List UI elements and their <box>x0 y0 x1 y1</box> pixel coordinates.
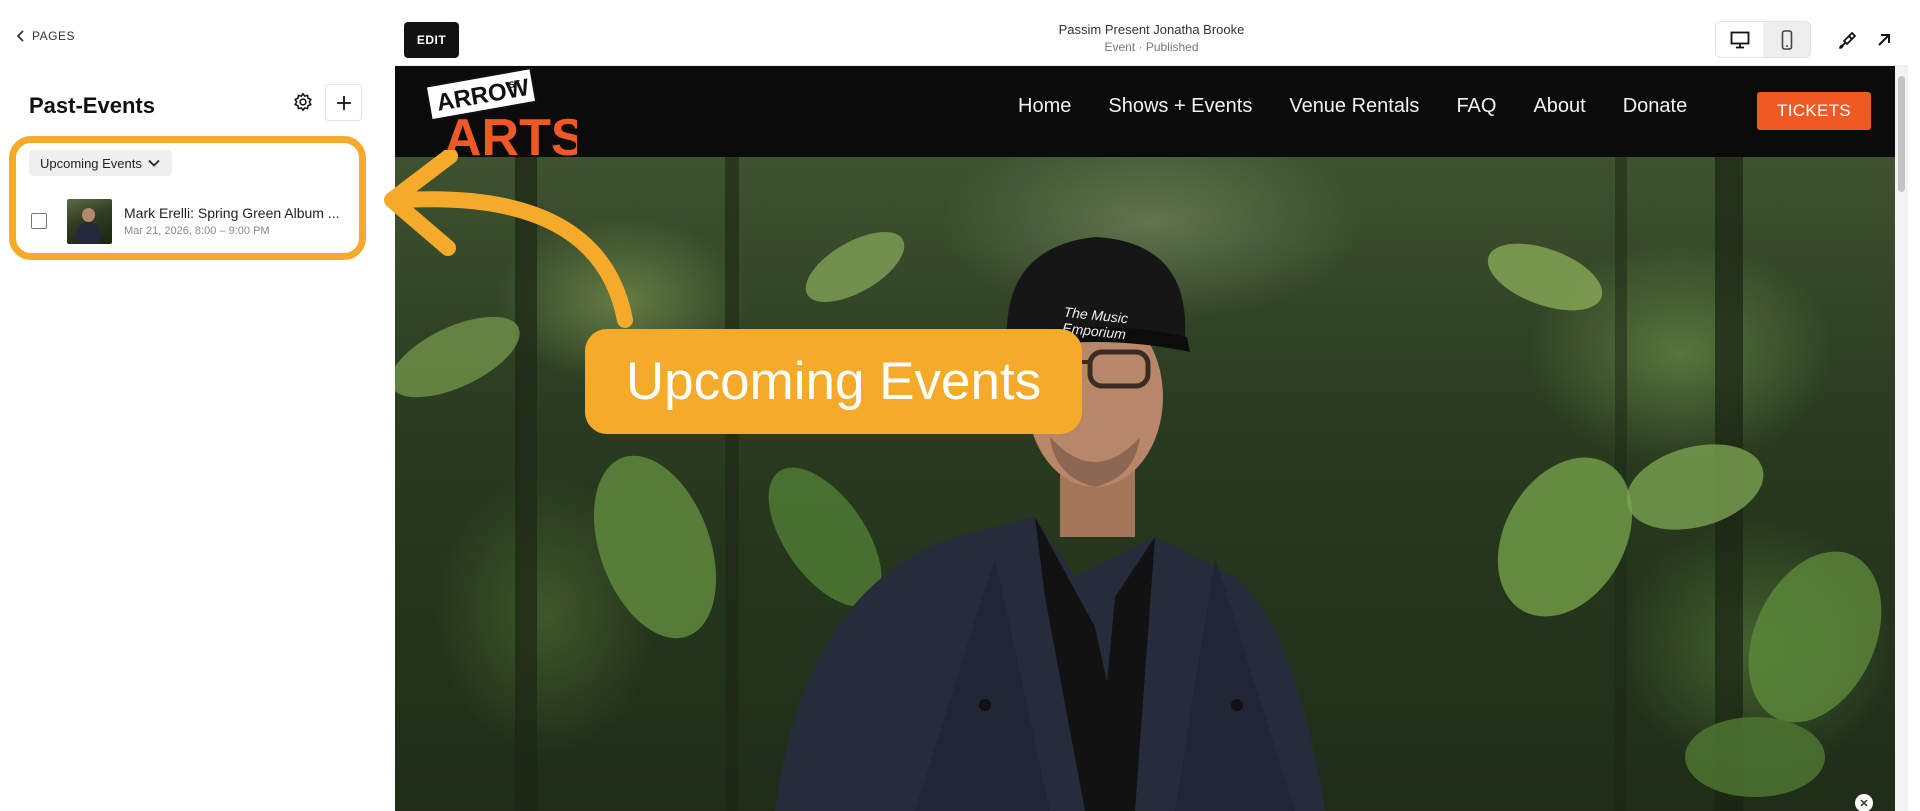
hero-image: The Music Emporium <box>395 157 1908 811</box>
site-preview: The Music Emporium ARROW ST ARTS Home Sh… <box>395 66 1908 811</box>
event-thumbnail <box>67 198 112 244</box>
pages-panel: PAGES Past-Events Upcoming Events Mark E… <box>0 0 395 811</box>
plus-icon <box>336 95 351 110</box>
filter-label: Upcoming Events <box>40 155 142 171</box>
event-title: Mark Erelli: Spring Green Album ... <box>124 205 340 221</box>
editor-toolbar: EDIT Passim Present Jonatha Brooke Event… <box>395 12 1908 66</box>
chevron-down-icon <box>148 159 160 167</box>
tickets-button[interactable]: TICKETS <box>1757 92 1871 130</box>
paintbrush-icon <box>1839 32 1856 49</box>
arrow-st-arts-logo[interactable]: ARROW ST ARTS <box>422 67 586 167</box>
site-nav-links: Home Shows + Events Venue Rentals FAQ Ab… <box>1018 95 1687 118</box>
event-filter-dropdown[interactable]: Upcoming Events <box>29 150 172 176</box>
mobile-view-button[interactable] <box>1763 22 1810 57</box>
annotation-callout: Upcoming Events <box>585 329 1082 434</box>
nav-link-about[interactable]: About <box>1533 95 1585 118</box>
nav-link-shows-events[interactable]: Shows + Events <box>1108 95 1252 118</box>
nav-link-venue-rentals[interactable]: Venue Rentals <box>1289 95 1419 118</box>
external-link-arrow-icon <box>1878 34 1890 46</box>
settings-button[interactable] <box>291 90 315 114</box>
nav-link-home[interactable]: Home <box>1018 95 1071 118</box>
site-header: ARROW ST ARTS Home Shows + Events Venue … <box>395 66 1908 167</box>
event-select-checkbox[interactable] <box>31 213 47 229</box>
logo-graphic: ARROW ST ARTS <box>424 67 586 167</box>
hero-photo-illustration <box>395 157 1882 811</box>
back-to-pages-link[interactable]: PAGES <box>16 29 75 43</box>
chevron-left-icon <box>16 30 24 42</box>
logo-word-arts: ARTS <box>444 109 577 157</box>
preview-scrollbar[interactable] <box>1895 66 1908 811</box>
logo-word-st: ST <box>508 78 522 90</box>
design-button[interactable] <box>1835 27 1861 53</box>
scrollbar-thumb[interactable] <box>1898 76 1905 192</box>
page-info: Passim Present Jonatha Brooke Event · Pu… <box>395 22 1908 54</box>
event-date: Mar 21, 2026, 8:00 – 9:00 PM <box>124 225 270 237</box>
nav-link-faq[interactable]: FAQ <box>1456 95 1496 118</box>
desktop-view-button[interactable] <box>1716 22 1763 57</box>
panel-title: Past-Events <box>29 93 155 118</box>
mobile-icon <box>1781 29 1792 50</box>
event-text: Mark Erelli: Spring Green Album ... Mar … <box>124 205 340 237</box>
add-page-button[interactable] <box>325 84 362 121</box>
open-site-button[interactable] <box>1871 27 1897 53</box>
nav-link-donate[interactable]: Donate <box>1623 95 1688 118</box>
desktop-icon <box>1730 31 1749 48</box>
page-status: Event · Published <box>1104 40 1199 54</box>
device-view-toggle <box>1715 21 1811 58</box>
edit-button[interactable]: EDIT <box>404 22 459 58</box>
event-list-item[interactable]: Mark Erelli: Spring Green Album ... Mar … <box>31 198 356 244</box>
close-icon[interactable] <box>1855 794 1873 811</box>
gear-icon <box>294 92 312 112</box>
page-name: Passim Present Jonatha Brooke <box>1058 22 1245 37</box>
back-link-label: PAGES <box>32 29 75 43</box>
